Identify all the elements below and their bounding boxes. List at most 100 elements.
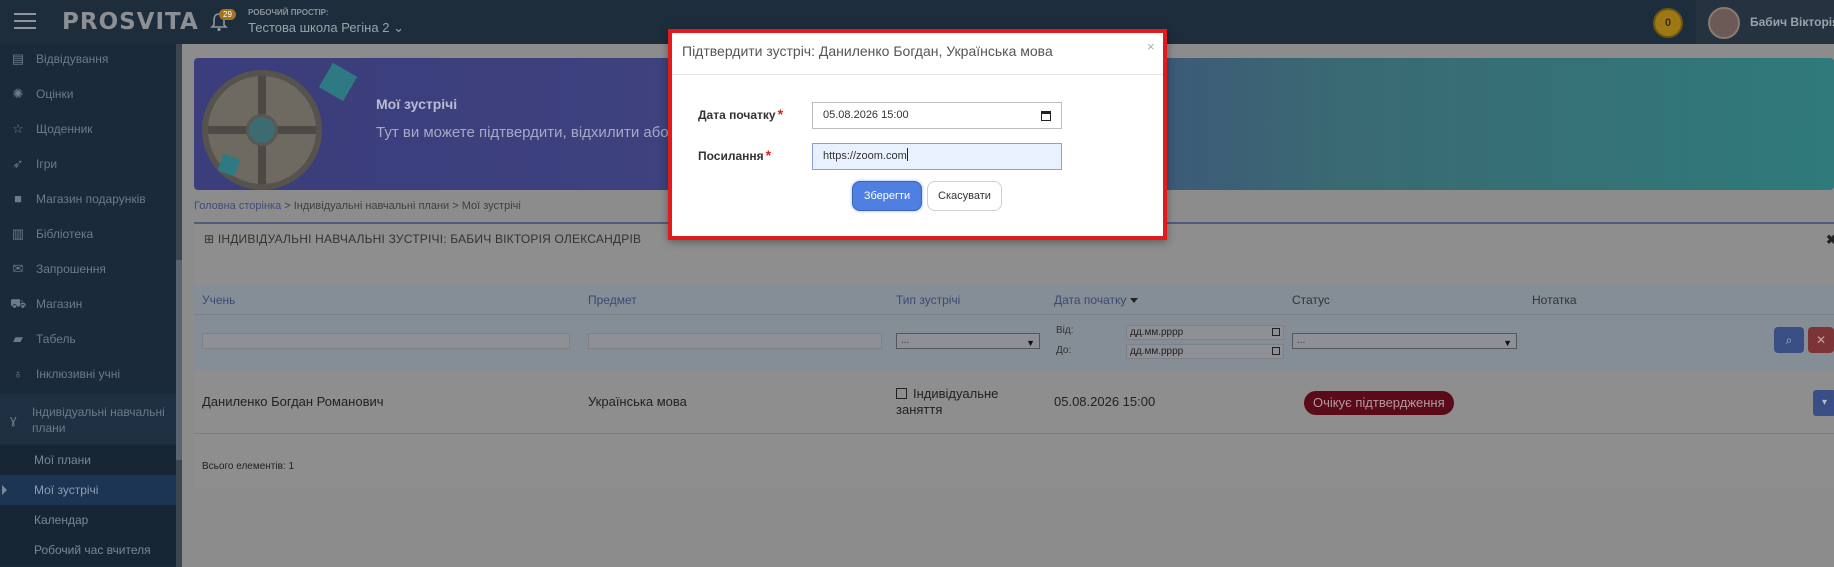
close-icon[interactable]: × xyxy=(1147,39,1155,54)
cell-type: Індивідуальне заняття xyxy=(896,386,998,418)
workspace-selector[interactable]: Тестова школа Регіна 2 ⌄ xyxy=(248,20,404,36)
chevron-down-icon: ⌄ xyxy=(393,20,404,35)
sort-desc-icon xyxy=(1130,298,1139,304)
book-icon: ▥ xyxy=(11,226,25,241)
notification-count-badge: 29 xyxy=(219,9,236,20)
sidebar-item-invitations[interactable]: ✉ Запрошення xyxy=(0,254,178,284)
envelope-icon: ✉ xyxy=(12,261,24,276)
star-icon: ☆ xyxy=(12,121,24,136)
row-actions-dropdown[interactable]: ▾ xyxy=(1813,390,1834,416)
plan-icon: ɣ xyxy=(10,412,17,427)
label-text: Дата початку xyxy=(698,108,776,122)
gift-icon: ■ xyxy=(14,191,22,206)
attendance-icon: ▤ xyxy=(11,51,25,66)
table-header: Учень Предмет Тип зустрічі Дата початку … xyxy=(194,286,1834,314)
input-value: https://zoom.com xyxy=(823,150,907,162)
divider xyxy=(672,74,1163,75)
sidebar-item-label: Табель xyxy=(36,332,76,346)
table-icon: ⊞ xyxy=(204,232,215,246)
column-header-start-date[interactable]: Дата початку xyxy=(1054,293,1139,307)
sidebar-item-attendance[interactable]: ▤ Відвідування xyxy=(0,44,178,74)
sidebar-item-timesheet[interactable]: ▰ Табель xyxy=(0,324,178,354)
breadcrumb: Головна сторінка > Індивідуальні навчаль… xyxy=(194,200,521,212)
sidebar-item-label: Робочий час вчителя xyxy=(34,543,151,557)
link-label: Посилання * xyxy=(698,147,771,163)
table-row[interactable]: Даниленко Богдан Романович Українська мо… xyxy=(194,370,1834,434)
breadcrumb-home-link[interactable]: Головна сторінка xyxy=(194,200,281,212)
confirm-meeting-dialog: Підтвердити зустріч: Даниленко Богдан, У… xyxy=(668,29,1167,240)
required-mark: * xyxy=(777,106,784,122)
cancel-button[interactable]: Скасувати xyxy=(927,181,1002,211)
menu-toggle-icon[interactable] xyxy=(14,13,36,31)
sidebar-item-library[interactable]: ▥ Бібліотека xyxy=(0,219,178,249)
date-from-input[interactable]: дд.мм.рррр xyxy=(1126,325,1284,340)
sidebar-item-calendar[interactable]: Календар xyxy=(0,505,178,535)
sidebar-item-teacher-hours[interactable]: Робочий час вчителя xyxy=(0,535,178,565)
column-header-status: Статус xyxy=(1292,293,1330,307)
sidebar-group-individual-plans[interactable]: ɣ Індивідуальні навчальні плани xyxy=(0,394,178,444)
column-header-subject[interactable]: Предмет xyxy=(588,293,637,307)
shield-illustration xyxy=(202,70,322,190)
date-placeholder: дд.мм.рррр xyxy=(1130,346,1184,357)
breadcrumb-trail: > Індивідуальні навчальні плани > Мої зу… xyxy=(281,200,521,212)
active-indicator-icon xyxy=(2,485,7,495)
student-filter-input[interactable] xyxy=(202,333,570,349)
start-date-input[interactable]: 05.08.2026 15:00 xyxy=(812,102,1062,129)
sidebar-item-diary[interactable]: ☆ Щоденник xyxy=(0,114,178,144)
column-header-type[interactable]: Тип зустрічі xyxy=(896,293,960,307)
save-button[interactable]: Зберегти xyxy=(852,181,922,211)
type-line-2: заняття xyxy=(896,402,943,417)
input-value: 05.08.2026 15:00 xyxy=(823,109,909,121)
cell-student: Даниленко Богдан Романович xyxy=(202,394,384,409)
sidebar-item-my-plans[interactable]: Мої плани xyxy=(0,445,178,475)
sidebar-item-label: Магазин xyxy=(36,297,83,311)
type-filter-select[interactable]: ... ▼ xyxy=(896,333,1040,349)
gem-decoration xyxy=(318,62,358,102)
select-value: ... xyxy=(901,335,910,346)
sidebar-item-label: Магазин подарунків xyxy=(36,192,146,206)
cell-start-date: 05.08.2026 15:00 xyxy=(1054,394,1156,409)
search-button[interactable]: ⌕ xyxy=(1774,327,1804,353)
status-filter-select[interactable]: ... ▼ xyxy=(1292,333,1517,349)
date-placeholder: дд.мм.рррр xyxy=(1130,327,1184,338)
calendar-icon[interactable] xyxy=(1041,111,1051,121)
text-cursor xyxy=(906,148,908,161)
sidebar: ▤ Відвідування ✺ Оцінки ☆ Щоденник ➶ Ігри ■ М… xyxy=(0,44,178,567)
close-icon[interactable]: ✖ xyxy=(1826,232,1834,248)
sidebar-item-label: Щоденник xyxy=(36,122,93,136)
chevron-down-icon: ▼ xyxy=(1503,338,1512,348)
sidebar-group-label: Індивідуальні навчальні плани xyxy=(32,405,165,435)
sidebar-item-games[interactable]: ➶ Ігри xyxy=(0,149,178,179)
subject-filter-input[interactable] xyxy=(588,333,882,349)
page-subtitle: Тут ви можете підтвердити, відхилити або xyxy=(376,124,669,141)
search-icon: ⌕ xyxy=(1785,333,1793,347)
cart-icon: ⛟ xyxy=(10,296,27,311)
link-input[interactable]: https://zoom.com xyxy=(812,143,1062,170)
close-icon: ✕ xyxy=(1815,333,1827,347)
avatar xyxy=(1708,7,1740,39)
panel-title-text: ІНДИВІДУАЛЬНІ НАВЧАЛЬНІ ЗУСТРІЧІ: БАБИЧ … xyxy=(217,232,642,246)
label-text: Посилання xyxy=(698,149,764,163)
chevron-down-icon: ▼ xyxy=(1026,338,1035,348)
coin-balance[interactable]: 0 xyxy=(1653,8,1683,38)
calendar-icon[interactable] xyxy=(1272,328,1280,336)
column-header-label: Дата початку xyxy=(1054,293,1127,307)
sidebar-item-grades[interactable]: ✺ Оцінки xyxy=(0,79,178,109)
column-header-student[interactable]: Учень xyxy=(202,293,235,307)
start-date-label: Дата початку * xyxy=(698,106,783,122)
calendar-icon[interactable] xyxy=(1272,347,1280,355)
sidebar-item-gift-shop[interactable]: ■ Магазин подарунків xyxy=(0,184,178,214)
sidebar-item-shop[interactable]: ⛟ Магазин xyxy=(0,289,178,319)
sidebar-item-inclusive[interactable]: ♁ Інклюзивні учні xyxy=(0,359,178,389)
sidebar-item-my-meetings[interactable]: Мої зустрічі xyxy=(0,475,178,505)
date-to-input[interactable]: дд.мм.рррр xyxy=(1126,344,1284,359)
stethoscope-icon: ♁ xyxy=(13,366,23,381)
clear-filters-button[interactable]: ✕ xyxy=(1808,327,1834,353)
rocket-icon: ➶ xyxy=(12,156,24,171)
sidebar-item-label: Відвідування xyxy=(36,52,109,66)
filter-row: ... ▼ Від: До: дд.мм.рррр дд.мм.рррр ... ▼… xyxy=(194,314,1834,370)
sidebar-item-label: Ігри xyxy=(36,157,58,171)
user-menu[interactable]: Бабич Вікторія xyxy=(1696,0,1834,44)
column-header-note: Нотатка xyxy=(1532,293,1577,307)
logo[interactable]: PROSVITA xyxy=(62,9,199,35)
